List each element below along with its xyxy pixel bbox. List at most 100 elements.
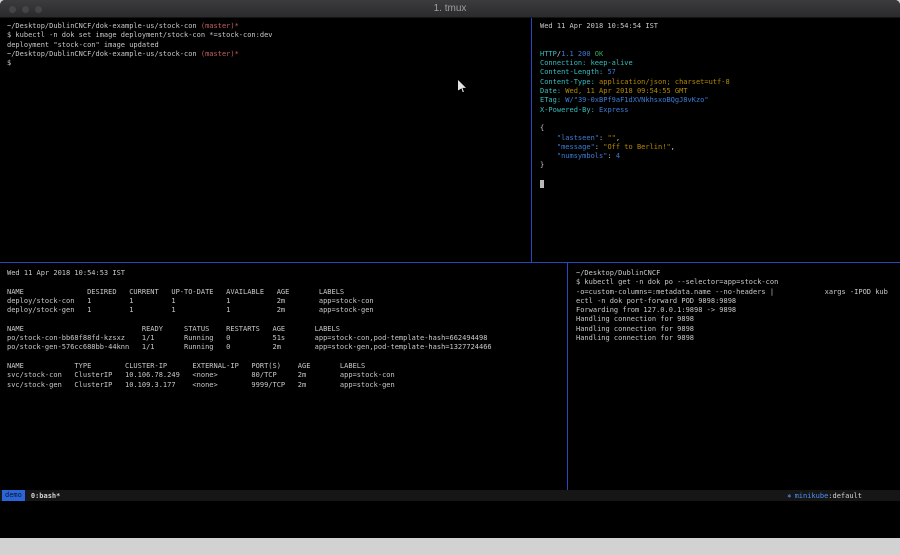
text-segment: Express xyxy=(599,106,629,114)
text-segment: Content-Type: xyxy=(540,78,595,86)
terminal-line: Wed 11 Apr 2018 10:54:53 IST xyxy=(7,269,567,278)
terminal-line: X-Powered-By: Express xyxy=(540,106,900,115)
pane-divider-horizontal[interactable] xyxy=(0,262,900,263)
text-segment: (master)* xyxy=(201,50,239,58)
terminal-line: ~/Desktop/DublinCNCF/dok-example-us/stoc… xyxy=(7,50,531,59)
terminal-line: ETag: W/"39-0xBPf9aF1dXVNkhsxoBQgJ8vKzo" xyxy=(540,96,900,105)
kube-context-indicator: ⎈ minikube :default xyxy=(787,492,862,500)
terminal-line: { xyxy=(540,124,900,133)
tmux-terminal: ~/Desktop/DublinCNCF/dok-example-us/stoc… xyxy=(0,18,900,490)
terminal-line: $ kubectl get -n dok po --selector=app=s… xyxy=(576,278,900,287)
terminal-line xyxy=(540,171,900,180)
pane-divider-vertical-bottom[interactable] xyxy=(567,263,568,490)
terminal-line: HTTP/1.1 200 OK xyxy=(540,50,900,59)
status-left: demo 0:bash* xyxy=(2,490,60,501)
terminal-line: $ kubectl -n dok set image deployment/st… xyxy=(7,31,531,40)
text-segment: Handling connection for 9898 xyxy=(576,334,694,342)
terminal-line: ~/Desktop/DublinCNCF xyxy=(576,269,900,278)
text-segment: HTTP xyxy=(540,50,557,58)
session-name-badge[interactable]: demo xyxy=(2,490,25,501)
text-segment: Wed, 11 Apr 2018 09:54:55 GMT xyxy=(565,87,687,95)
text-segment: 57 xyxy=(607,68,615,76)
text-segment: $ kubectl get -n dok po --selector=app=s… xyxy=(576,278,778,286)
terminal-line xyxy=(7,353,567,362)
terminal-line: Forwarding from 127.0.0.1:9898 -> 9898 xyxy=(576,306,900,315)
terminal-line: po/stock-gen-576cc688bb-44knn 1/1 Runnin… xyxy=(7,343,567,352)
terminal-line: Handling connection for 9898 xyxy=(576,325,900,334)
terminal-line xyxy=(540,115,900,124)
terminal-line: Content-Length: 57 xyxy=(540,68,900,77)
kube-context-name: minikube xyxy=(795,492,829,500)
terminal-line: "message": "Off to Berlin!", xyxy=(540,143,900,152)
kube-namespace-name: :default xyxy=(828,492,862,500)
text-segment xyxy=(540,152,557,160)
terminal-line: "lastseen": "", xyxy=(540,134,900,143)
pane-top-right-http-watch[interactable]: Wed 11 Apr 2018 10:54:54 IST HTTP/1.1 20… xyxy=(533,18,900,262)
terminal-line: Content-Type: application/json; charset=… xyxy=(540,78,900,87)
text-segment: Forwarding from 127.0.0.1:9898 -> 9898 xyxy=(576,306,736,314)
terminal-line: NAME TYPE CLUSTER-IP EXTERNAL-IP PORT(S)… xyxy=(7,362,567,371)
pane-bottom-left-kubectl-watch[interactable]: Wed 11 Apr 2018 10:54:53 IST NAME DESIRE… xyxy=(0,263,567,490)
text-segment: 4 xyxy=(616,152,620,160)
terminal-line xyxy=(7,315,567,324)
window-title: 1. tmux xyxy=(0,0,900,18)
text-segment: W/"39-0xBPf9aF1dXVNkhsxoBQgJ8vKzo" xyxy=(565,96,708,104)
text-segment xyxy=(540,134,557,142)
terminal-line: svc/stock-gen ClusterIP 10.109.3.177 <no… xyxy=(7,381,567,390)
text-segment: NAME DESIRED CURRENT UP-TO-DATE AVAILABL… xyxy=(7,288,344,296)
text-segment: ETag: xyxy=(540,96,561,104)
text-segment: ~/Desktop/DublinCNCF/dok-example-us/stoc… xyxy=(7,50,201,58)
text-segment: ~/Desktop/DublinCNCF/dok-example-us/stoc… xyxy=(7,22,201,30)
text-segment: deployment "stock-con" image updated xyxy=(7,41,159,49)
window-titlebar[interactable]: 1. tmux xyxy=(0,0,900,18)
pane-top-left-shell[interactable]: ~/Desktop/DublinCNCF/dok-example-us/stoc… xyxy=(0,18,531,262)
terminal-line: Handling connection for 9898 xyxy=(576,315,900,324)
terminal-line: deploy/stock-con 1 1 1 1 2m app=stock-co… xyxy=(7,297,567,306)
tmux-status-bar: demo 0:bash* ⎈ minikube :default xyxy=(0,490,900,501)
text-segment: keep-alive xyxy=(591,59,633,67)
block-cursor xyxy=(540,180,544,188)
terminal-line: Connection: keep-alive xyxy=(540,59,900,68)
terminal-line xyxy=(7,278,567,287)
terminal-line xyxy=(540,31,900,40)
text-segment: Handling connection for 9898 xyxy=(576,325,694,333)
text-segment: (master)* xyxy=(201,22,239,30)
text-segment: "numsymbols" xyxy=(557,152,608,160)
window-tab-bash[interactable]: 0:bash* xyxy=(31,492,61,500)
text-segment: deploy/stock-con 1 1 1 1 2m app=stock-co… xyxy=(7,297,374,305)
terminal-line: -o=custom-columns=:metadata.name --no-he… xyxy=(576,288,900,297)
terminal-line xyxy=(540,41,900,50)
text-segment: $ kubectl -n dok set image deployment/st… xyxy=(7,31,273,39)
text-segment: Connection: xyxy=(540,59,586,67)
terminal-window: 1. tmux ~/Desktop/DublinCNCF/dok-example… xyxy=(0,0,900,538)
text-segment: , xyxy=(616,134,620,142)
text-segment: "Off to Berlin!" xyxy=(603,143,670,151)
text-segment: deploy/stock-gen 1 1 1 1 2m app=stock-ge… xyxy=(7,306,374,314)
text-segment: OK xyxy=(591,50,604,58)
text-segment: "" xyxy=(607,134,615,142)
terminal-line: po/stock-con-bb68f88fd-kzsxz 1/1 Running… xyxy=(7,334,567,343)
terminal-line: NAME DESIRED CURRENT UP-TO-DATE AVAILABL… xyxy=(7,288,567,297)
terminal-line: Wed 11 Apr 2018 10:54:54 IST xyxy=(540,22,900,31)
pane-divider-vertical-top[interactable] xyxy=(531,18,532,262)
text-segment: Content-Length: xyxy=(540,68,603,76)
text-segment: , xyxy=(671,143,675,151)
text-segment: } xyxy=(540,161,544,169)
text-segment: $ xyxy=(7,59,11,67)
terminal-line: deploy/stock-gen 1 1 1 1 2m app=stock-ge… xyxy=(7,306,567,315)
terminal-line: Handling connection for 9898 xyxy=(576,334,900,343)
text-segment: ~/Desktop/DublinCNCF xyxy=(576,269,660,277)
text-segment: Date: xyxy=(540,87,561,95)
terminal-line: $ xyxy=(7,59,531,68)
terminal-line: ~/Desktop/DublinCNCF/dok-example-us/stoc… xyxy=(7,22,531,31)
terminal-line: svc/stock-con ClusterIP 10.106.78.249 <n… xyxy=(7,371,567,380)
text-segment: application/json; charset=utf-8 xyxy=(599,78,730,86)
text-segment: po/stock-con-bb68f88fd-kzsxz 1/1 Running… xyxy=(7,334,487,342)
text-segment: : xyxy=(595,143,603,151)
text-segment: NAME READY STATUS RESTARTS AGE LABELS xyxy=(7,325,340,333)
text-segment: svc/stock-con ClusterIP 10.106.78.249 <n… xyxy=(7,371,395,379)
text-segment: NAME TYPE CLUSTER-IP EXTERNAL-IP PORT(S)… xyxy=(7,362,365,370)
text-segment: 1.1 200 xyxy=(561,50,591,58)
pane-bottom-right-port-forward[interactable]: ~/Desktop/DublinCNCF$ kubectl get -n dok… xyxy=(569,263,900,490)
terminal-line: "numsymbols": 4 xyxy=(540,152,900,161)
